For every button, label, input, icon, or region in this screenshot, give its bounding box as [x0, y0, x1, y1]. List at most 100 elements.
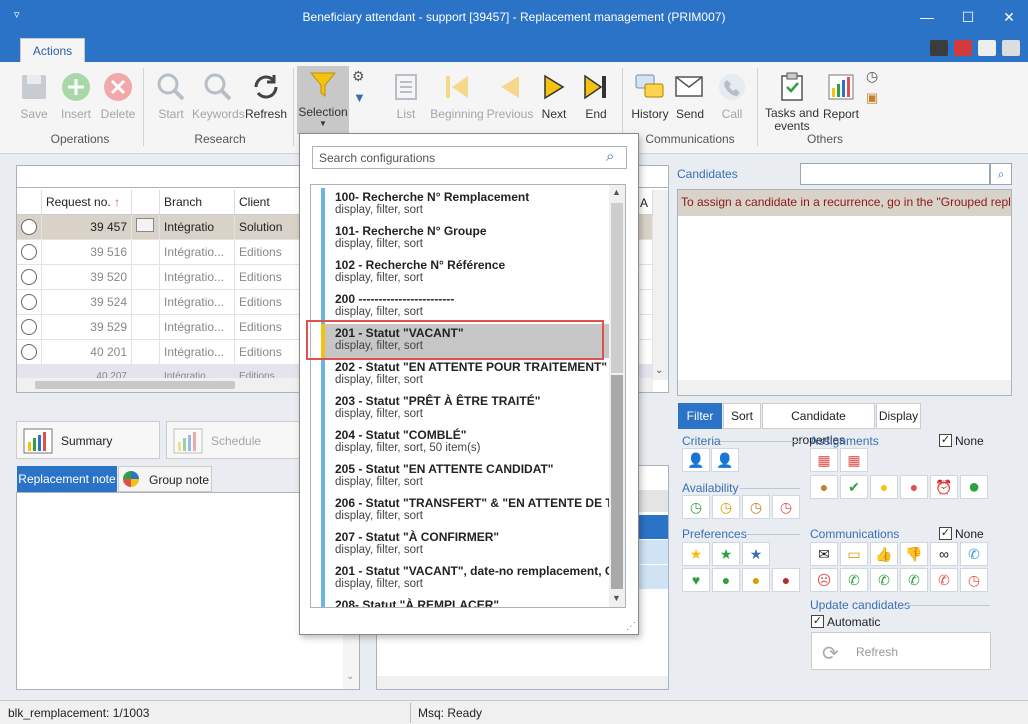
grid-scrollbar[interactable]: ⌄ [653, 190, 668, 380]
middle-scrollbar[interactable] [377, 676, 668, 689]
clock-alert-icon[interactable]: ◷ [960, 568, 988, 592]
maximize-button[interactable]: ☐ [953, 6, 983, 28]
refresh-button[interactable]: Refresh [240, 68, 292, 128]
column-branch[interactable]: Branch [159, 190, 235, 215]
calculator-icon[interactable] [930, 40, 948, 56]
gear-icon[interactable]: ⚙ [352, 68, 365, 85]
list-item[interactable]: 204 - Statut "COMBLÉ" display, filter, so… [321, 426, 615, 460]
lock-icon[interactable] [978, 40, 996, 56]
refresh-candidates-button[interactable]: ⟳ Refresh [811, 632, 991, 670]
schedule-button[interactable]: Schedule [166, 421, 300, 459]
person-green-icon[interactable]: ● [712, 568, 740, 592]
scroll-thumb[interactable] [35, 381, 235, 389]
column-request-no[interactable]: Request no. ↑ [41, 190, 132, 215]
close-button[interactable]: ✕ [994, 6, 1024, 28]
person-yellow-icon[interactable]: ● [870, 475, 898, 499]
calendar-icon[interactable] [954, 40, 972, 56]
person-available-icon[interactable]: 👤 [682, 448, 710, 472]
alarm-clock-icon[interactable]: ⏰ [930, 475, 958, 499]
scroll-up-icon[interactable]: ▲ [612, 187, 621, 197]
end-button[interactable]: End [570, 68, 622, 128]
check-green-icon[interactable]: ✔ [840, 475, 868, 499]
thumbs-up-icon[interactable]: 👍 [870, 542, 898, 566]
phone-blue-icon[interactable]: ✆ [960, 542, 988, 566]
list-item[interactable]: 200 ------------------------ display, fil… [321, 290, 615, 324]
calendar-alert-icon[interactable]: ▦ [840, 448, 868, 472]
chevron-down-icon[interactable]: ⌄ [346, 671, 354, 682]
card-icon[interactable] [136, 218, 154, 232]
beginning-button[interactable]: Beginning [428, 68, 486, 128]
automatic-checkbox[interactable]: ✓ [811, 615, 824, 628]
config-search-input[interactable]: Search configurations ⌕ [312, 146, 627, 169]
calendar-xx-icon[interactable]: ▦ [810, 448, 838, 472]
call-button[interactable]: Call [706, 68, 758, 128]
list-item[interactable]: 101- Recherche N° Groupe display, filter,… [321, 222, 615, 256]
person-heart-icon[interactable]: ♥ [682, 568, 710, 592]
row-radio[interactable] [21, 343, 37, 360]
summary-button[interactable]: Summary [16, 421, 160, 459]
phone-cancel-icon[interactable]: ✆ [930, 568, 958, 592]
delete-button[interactable]: Delete [92, 68, 144, 128]
person-darkred-icon[interactable]: ● [772, 568, 800, 592]
tasks-events-button[interactable]: Tasks and events [764, 68, 820, 134]
report-button[interactable]: Report [815, 68, 867, 128]
search-icon[interactable]: ⌕ [990, 163, 1012, 185]
scroll-down-icon[interactable]: ▼ [612, 593, 621, 603]
message-icon[interactable]: ▭ [840, 542, 868, 566]
window-icon[interactable] [1002, 40, 1020, 56]
green-circle-icon[interactable]: ● [960, 475, 988, 499]
person-yellow-icon[interactable]: ● [742, 568, 770, 592]
list-item[interactable]: 207 - Statut "À CONFIRMER" display, filte… [321, 528, 615, 562]
keywords-button[interactable]: Keywords [192, 68, 245, 128]
minimize-button[interactable]: — [912, 6, 942, 28]
clear-filter-icon[interactable]: ▼ [353, 90, 366, 105]
star-blue-icon[interactable]: ★ [742, 542, 770, 566]
phone-clock-icon[interactable]: ✆ [870, 568, 898, 592]
list-button[interactable]: List [380, 68, 432, 128]
list-item[interactable]: 208- Statut "À REMPLACER" [321, 596, 615, 607]
phone-check-icon[interactable]: ✆ [840, 568, 868, 592]
clock-yellow-icon[interactable]: ◷ [712, 495, 740, 519]
tab-group-note[interactable]: Group note [118, 466, 212, 492]
none-checkbox-assignments[interactable]: ✓ [939, 434, 952, 447]
clock-red-icon[interactable]: ◷ [772, 495, 800, 519]
envelope-icon[interactable]: ✉ [810, 542, 838, 566]
list-item[interactable]: 203 - Statut "PRÊT À ÊTRE TRAITÉ" display… [321, 392, 615, 426]
inbox-icon[interactable]: ▣ [866, 90, 878, 106]
star-yellow-icon[interactable]: ★ [682, 542, 710, 566]
person-orange-icon[interactable]: ● [810, 475, 838, 499]
person-red-icon[interactable]: ● [900, 475, 928, 499]
voicemail-icon[interactable]: ∞ [930, 542, 958, 566]
row-radio[interactable] [21, 243, 37, 260]
chevron-down-icon[interactable]: ⌄ [655, 365, 663, 376]
tab-display[interactable]: Display [876, 403, 921, 429]
thumbs-down-icon[interactable]: 👎 [900, 542, 928, 566]
search-icon[interactable]: ⌕ [606, 148, 614, 165]
row-radio[interactable] [21, 218, 37, 235]
start-button[interactable]: Start [145, 68, 197, 128]
candidates-scrollbar[interactable] [678, 380, 1011, 395]
tab-replacement-note[interactable]: Replacement note [17, 466, 117, 492]
scroll-thumb[interactable] [611, 203, 623, 373]
row-radio[interactable] [21, 268, 37, 285]
row-radio[interactable] [21, 293, 37, 310]
tab-candidate-properties[interactable]: Candidate properties [762, 403, 875, 447]
clock-green-icon[interactable]: ◷ [682, 495, 710, 519]
none-checkbox-communications[interactable]: ✓ [939, 527, 952, 540]
list-item[interactable]: 202 - Statut "EN ATTENTE POUR TRAITEMENT… [321, 358, 615, 392]
tab-sort[interactable]: Sort [723, 403, 761, 429]
phone-person-icon[interactable]: ✆ [900, 568, 928, 592]
candidates-search-input[interactable] [800, 163, 990, 185]
row-radio[interactable] [21, 318, 37, 335]
star-green-icon[interactable]: ★ [712, 542, 740, 566]
list-item[interactable]: 205 - Statut "EN ATTENTE CANDIDAT" displa… [321, 460, 615, 494]
sad-face-icon[interactable]: ☹ [810, 568, 838, 592]
list-item[interactable]: 100- Recherche N° Remplacement display, f… [321, 188, 615, 222]
tab-filter[interactable]: Filter [678, 403, 722, 429]
clock-icon[interactable]: ◷ [866, 68, 878, 85]
person-unavailable-icon[interactable]: 👤 [711, 448, 739, 472]
list-item[interactable]: 206 - Statut "TRANSFERT" & "EN ATTENTE D… [321, 494, 615, 528]
clock-orange-icon[interactable]: ◷ [742, 495, 770, 519]
config-scrollbar[interactable]: ▲ ▼ [609, 185, 625, 607]
resize-grip-icon[interactable]: ⋰ [626, 621, 636, 632]
